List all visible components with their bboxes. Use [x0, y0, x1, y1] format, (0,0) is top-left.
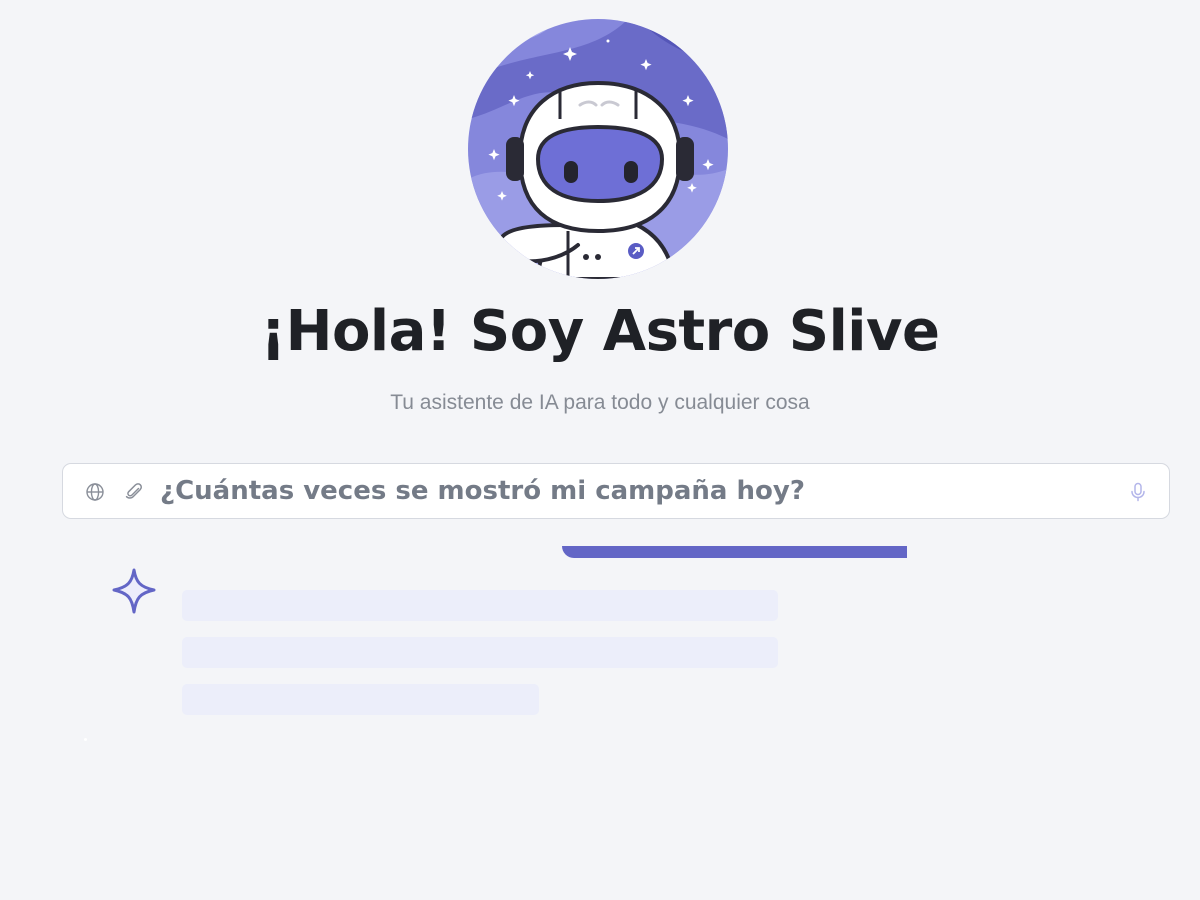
paperclip-icon[interactable]: [124, 482, 144, 502]
accent-bar: [562, 546, 907, 558]
loading-skeleton-line: [182, 637, 778, 668]
microphone-icon[interactable]: [1129, 482, 1147, 502]
chat-input-bar[interactable]: ¿Cuántas veces se mostró mi campaña hoy?: [62, 463, 1170, 519]
decorative-dot: [84, 738, 87, 741]
sparkle-icon: [109, 566, 159, 616]
chat-input-text[interactable]: ¿Cuántas veces se mostró mi campaña hoy?: [160, 464, 805, 518]
globe-icon[interactable]: [85, 482, 105, 502]
loading-skeleton-line: [182, 590, 778, 621]
page-subtitle: Tu asistente de IA para todo y cualquier…: [390, 391, 810, 414]
page-title: ¡Hola! Soy Astro Slive: [260, 299, 940, 364]
astronaut-avatar-icon: [468, 19, 728, 279]
loading-skeleton-line: [182, 684, 539, 715]
page: ¡Hola! Soy Astro Slive Tu asistente de I…: [0, 0, 1200, 900]
